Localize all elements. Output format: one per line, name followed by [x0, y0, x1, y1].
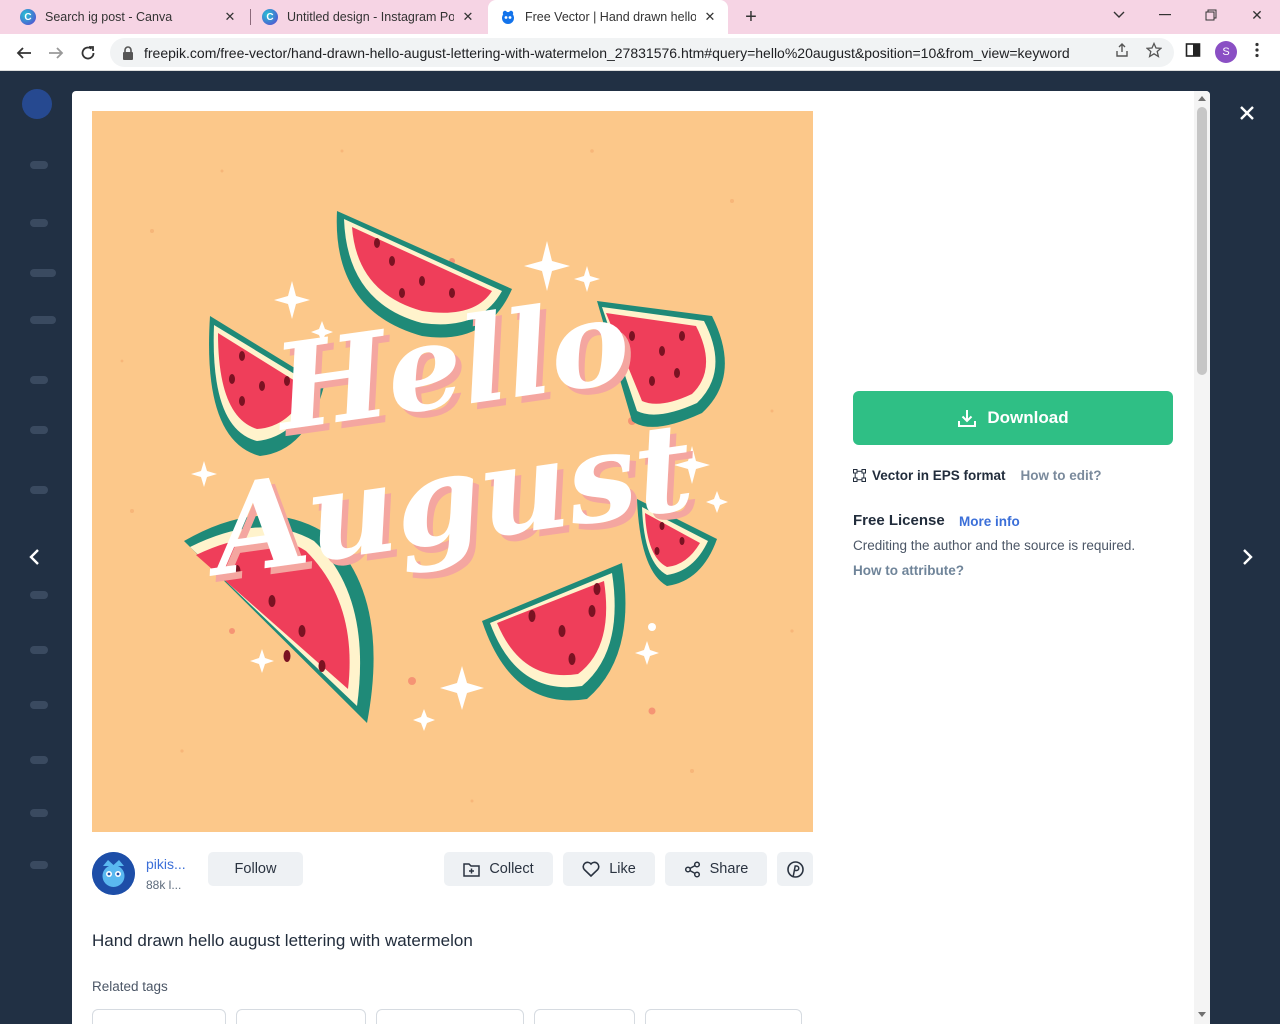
- url-text: freepik.com/free-vector/hand-drawn-hello…: [144, 44, 1070, 61]
- pinterest-icon: [786, 860, 804, 878]
- bg-sidebar-item: [30, 316, 56, 324]
- bg-sidebar-item: [30, 861, 48, 869]
- heart-icon: [582, 861, 600, 877]
- menu-kebab-icon[interactable]: [1248, 41, 1266, 59]
- close-tab-icon[interactable]: ✕: [222, 9, 238, 25]
- how-to-attribute-link[interactable]: How to attribute?: [853, 563, 964, 578]
- tab-freepik[interactable]: Free Vector | Hand drawn hello a ✕: [488, 0, 728, 34]
- file-format-row: Vector in EPS format How to edit?: [853, 468, 1102, 483]
- bg-sidebar-item: [30, 809, 48, 817]
- artwork-preview[interactable]: Hello Hello August August: [92, 111, 813, 832]
- tab-canva-search[interactable]: C Search ig post - Canva ✕: [8, 0, 248, 34]
- share-label: Share: [709, 861, 749, 877]
- share-button[interactable]: Share: [665, 852, 767, 886]
- download-label: Download: [987, 408, 1069, 427]
- bookmark-star-icon[interactable]: [1145, 41, 1163, 59]
- bg-sidebar-item: [30, 701, 48, 709]
- share-page-icon[interactable]: [1113, 41, 1131, 59]
- pinterest-button[interactable]: [777, 852, 813, 886]
- related-tags-label: Related tags: [92, 979, 168, 994]
- like-button[interactable]: Like: [563, 852, 655, 886]
- author-name[interactable]: pikis...: [146, 856, 186, 872]
- scroll-down-arrow-icon[interactable]: [1198, 1012, 1206, 1017]
- new-tab-icon[interactable]: +: [740, 6, 762, 28]
- next-arrow-icon[interactable]: [1236, 545, 1260, 569]
- bg-sidebar-item: [30, 591, 48, 599]
- follow-button[interactable]: Follow: [208, 852, 303, 886]
- tab-strip: C Search ig post - Canva ✕ C Untitled de…: [0, 0, 1280, 34]
- bg-sidebar-item: [30, 219, 48, 227]
- download-icon: [958, 410, 977, 427]
- close-window-icon[interactable]: ✕: [1234, 0, 1280, 30]
- follow-label: Follow: [234, 861, 277, 877]
- reload-icon[interactable]: [74, 39, 102, 67]
- share-icon: [684, 860, 700, 878]
- side-panel-icon[interactable]: [1184, 41, 1202, 59]
- bg-sidebar-item: [30, 486, 48, 494]
- profile-avatar[interactable]: S: [1215, 41, 1237, 63]
- tab-title: Search ig post - Canva: [45, 10, 173, 24]
- restore-icon[interactable]: [1188, 0, 1234, 30]
- bg-sidebar-item: [30, 646, 48, 654]
- tab-search-icon[interactable]: [1096, 0, 1142, 30]
- back-icon[interactable]: [10, 39, 38, 67]
- canva-icon: C: [262, 9, 278, 25]
- freepik-icon: [500, 9, 516, 25]
- bg-sidebar-item: [30, 376, 48, 384]
- bg-sidebar-item: [30, 426, 48, 434]
- like-label: Like: [609, 861, 636, 877]
- collect-label: Collect: [489, 861, 534, 877]
- bg-sidebar-item: [30, 161, 48, 169]
- scroll-up-arrow-icon[interactable]: [1198, 96, 1206, 101]
- license-credit-text: Crediting the author and the source is r…: [853, 538, 1136, 553]
- folder-plus-icon: [463, 862, 481, 877]
- close-tab-icon[interactable]: ✕: [460, 9, 476, 25]
- asset-title: Hand drawn hello august lettering with w…: [92, 931, 473, 950]
- author-followers: 88k l...: [146, 877, 182, 892]
- author-avatar[interactable]: [92, 852, 135, 895]
- related-tag[interactable]: [645, 1009, 802, 1024]
- forward-icon[interactable]: [42, 39, 70, 67]
- close-tab-icon[interactable]: ✕: [702, 9, 718, 25]
- related-tag[interactable]: [236, 1009, 366, 1024]
- close-modal-icon[interactable]: [1236, 102, 1258, 124]
- lock-icon: [123, 45, 133, 60]
- collect-button[interactable]: Collect: [444, 852, 553, 886]
- canva-icon: C: [20, 9, 36, 25]
- modal-scrollbar[interactable]: [1194, 91, 1210, 1024]
- more-info-link[interactable]: More info: [959, 514, 1020, 529]
- tab-title: Untitled design - Instagram Post: [287, 10, 454, 24]
- related-tag[interactable]: [376, 1009, 524, 1024]
- vector-icon: [853, 469, 866, 482]
- how-to-edit-link[interactable]: How to edit?: [1021, 468, 1102, 483]
- download-button[interactable]: Download: [853, 391, 1173, 445]
- related-tag[interactable]: [534, 1009, 635, 1024]
- address-bar[interactable]: freepik.com/free-vector/hand-drawn-hello…: [110, 38, 1174, 67]
- bg-sidebar-item: [30, 269, 56, 277]
- previous-arrow-icon[interactable]: [22, 545, 46, 569]
- scrollbar-thumb[interactable]: [1197, 107, 1207, 375]
- author-block: pikis... 88k l...: [92, 852, 186, 895]
- bg-sidebar-item: [30, 756, 48, 764]
- freepik-logo: [22, 89, 52, 119]
- tab-canva-design[interactable]: C Untitled design - Instagram Post ✕: [250, 0, 486, 34]
- related-tag[interactable]: [92, 1009, 226, 1024]
- minimize-icon[interactable]: [1142, 0, 1188, 30]
- asset-modal: Hello Hello August August pikis... 88k l…: [72, 91, 1210, 1024]
- license-title: Free License: [853, 512, 945, 529]
- browser-toolbar: freepik.com/free-vector/hand-drawn-hello…: [0, 34, 1280, 71]
- tab-title: Free Vector | Hand drawn hello a: [525, 10, 696, 24]
- file-format-label: Vector in EPS format: [872, 468, 1006, 483]
